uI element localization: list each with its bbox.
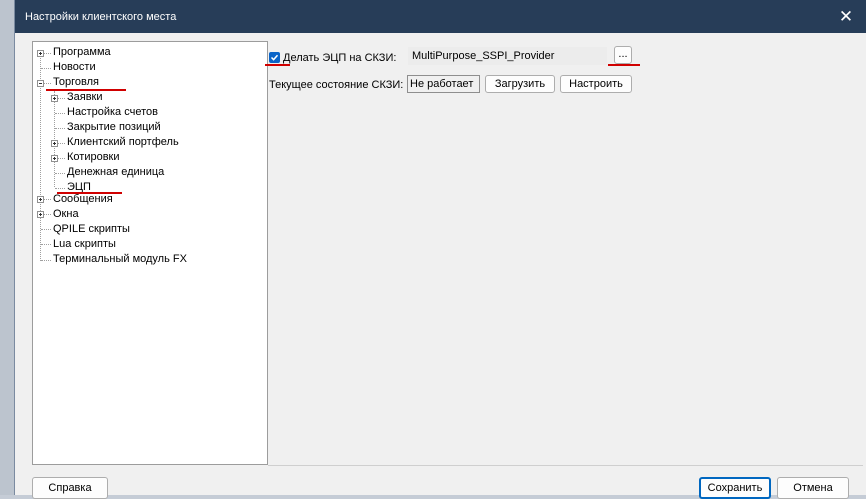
tree-item-label: Lua скрипты xyxy=(53,238,116,250)
annotation-underline xyxy=(57,192,122,194)
tree-item-label: Торговля xyxy=(53,76,99,88)
settings-dialog: Настройки клиентского места ✕ Программа … xyxy=(14,0,866,499)
tree-item-currency[interactable]: Денежная единица xyxy=(67,165,164,180)
tree-item-label: Терминальный модуль FX xyxy=(53,253,187,265)
tree-item-quotes[interactable]: Котировки xyxy=(67,150,120,165)
tree-item-program[interactable]: Программа xyxy=(53,45,111,60)
title-bar[interactable]: Настройки клиентского места ✕ xyxy=(15,0,866,33)
tree-item-lua-scripts[interactable]: Lua скрипты xyxy=(53,237,116,252)
tree-item-label: Настройка счетов xyxy=(67,106,158,118)
annotation-underline xyxy=(265,64,290,66)
tree-item-label: Заявки xyxy=(67,91,103,103)
save-button[interactable]: Сохранить xyxy=(699,477,771,499)
status-value: Не работает xyxy=(407,75,480,93)
desktop-background xyxy=(0,0,14,495)
expand-icon[interactable] xyxy=(51,95,58,102)
tree-item-label: QPILE скрипты xyxy=(53,223,130,235)
tree-item-orders[interactable]: Заявки xyxy=(67,90,103,105)
expand-icon[interactable] xyxy=(37,196,44,203)
browse-button[interactable]: ... xyxy=(614,46,632,64)
tree-item-label: Клиентский портфель xyxy=(67,136,179,148)
sign-checkbox[interactable] xyxy=(269,52,280,63)
tree-item-trading[interactable]: Торговля xyxy=(53,75,99,90)
tree-item-label: Сообщения xyxy=(53,193,113,205)
provider-field[interactable]: MultiPurpose_SSPI_Provider xyxy=(408,47,607,65)
tree-item-accounts[interactable]: Настройка счетов xyxy=(67,105,158,120)
tree-item-messages[interactable]: Сообщения xyxy=(53,192,113,207)
tree-item-close-positions[interactable]: Закрытие позиций xyxy=(67,120,161,135)
load-button[interactable]: Загрузить xyxy=(485,75,555,93)
tree-item-fx-terminal-module[interactable]: Терминальный модуль FX xyxy=(53,252,187,267)
tree-item-label: Котировки xyxy=(67,151,120,163)
tree-item-label: Программа xyxy=(53,46,111,58)
close-icon[interactable]: ✕ xyxy=(826,0,866,33)
tree-item-label: Закрытие позиций xyxy=(67,121,161,133)
tree-item-windows[interactable]: Окна xyxy=(53,207,79,222)
settings-tree[interactable]: Программа Новости Торговля Заявки Настро… xyxy=(32,41,268,465)
tree-item-qpile-scripts[interactable]: QPILE скрипты xyxy=(53,222,130,237)
expand-icon[interactable] xyxy=(37,50,44,57)
help-button[interactable]: Справка xyxy=(32,477,108,499)
footer-separator xyxy=(268,465,863,466)
expand-icon[interactable] xyxy=(51,155,58,162)
tree-item-label: Окна xyxy=(53,208,79,220)
window-title: Настройки клиентского места xyxy=(25,11,177,23)
collapse-icon[interactable] xyxy=(37,80,44,87)
cancel-button[interactable]: Отмена xyxy=(777,477,849,499)
status-label: Текущее состояние СКЗИ: xyxy=(269,79,404,91)
tree-item-label: Денежная единица xyxy=(67,166,165,178)
tree-item-news[interactable]: Новости xyxy=(53,60,96,75)
checkmark-icon xyxy=(270,54,279,61)
sign-checkbox-label[interactable]: Делать ЭЦП на СКЗИ: xyxy=(283,51,396,65)
annotation-underline xyxy=(608,64,640,66)
tree-item-client-portfolio[interactable]: Клиентский портфель xyxy=(67,135,179,150)
configure-button[interactable]: Настроить xyxy=(560,75,632,93)
annotation-underline xyxy=(46,89,126,91)
tree-item-label: Новости xyxy=(53,61,96,73)
expand-icon[interactable] xyxy=(37,211,44,218)
expand-icon[interactable] xyxy=(51,140,58,147)
